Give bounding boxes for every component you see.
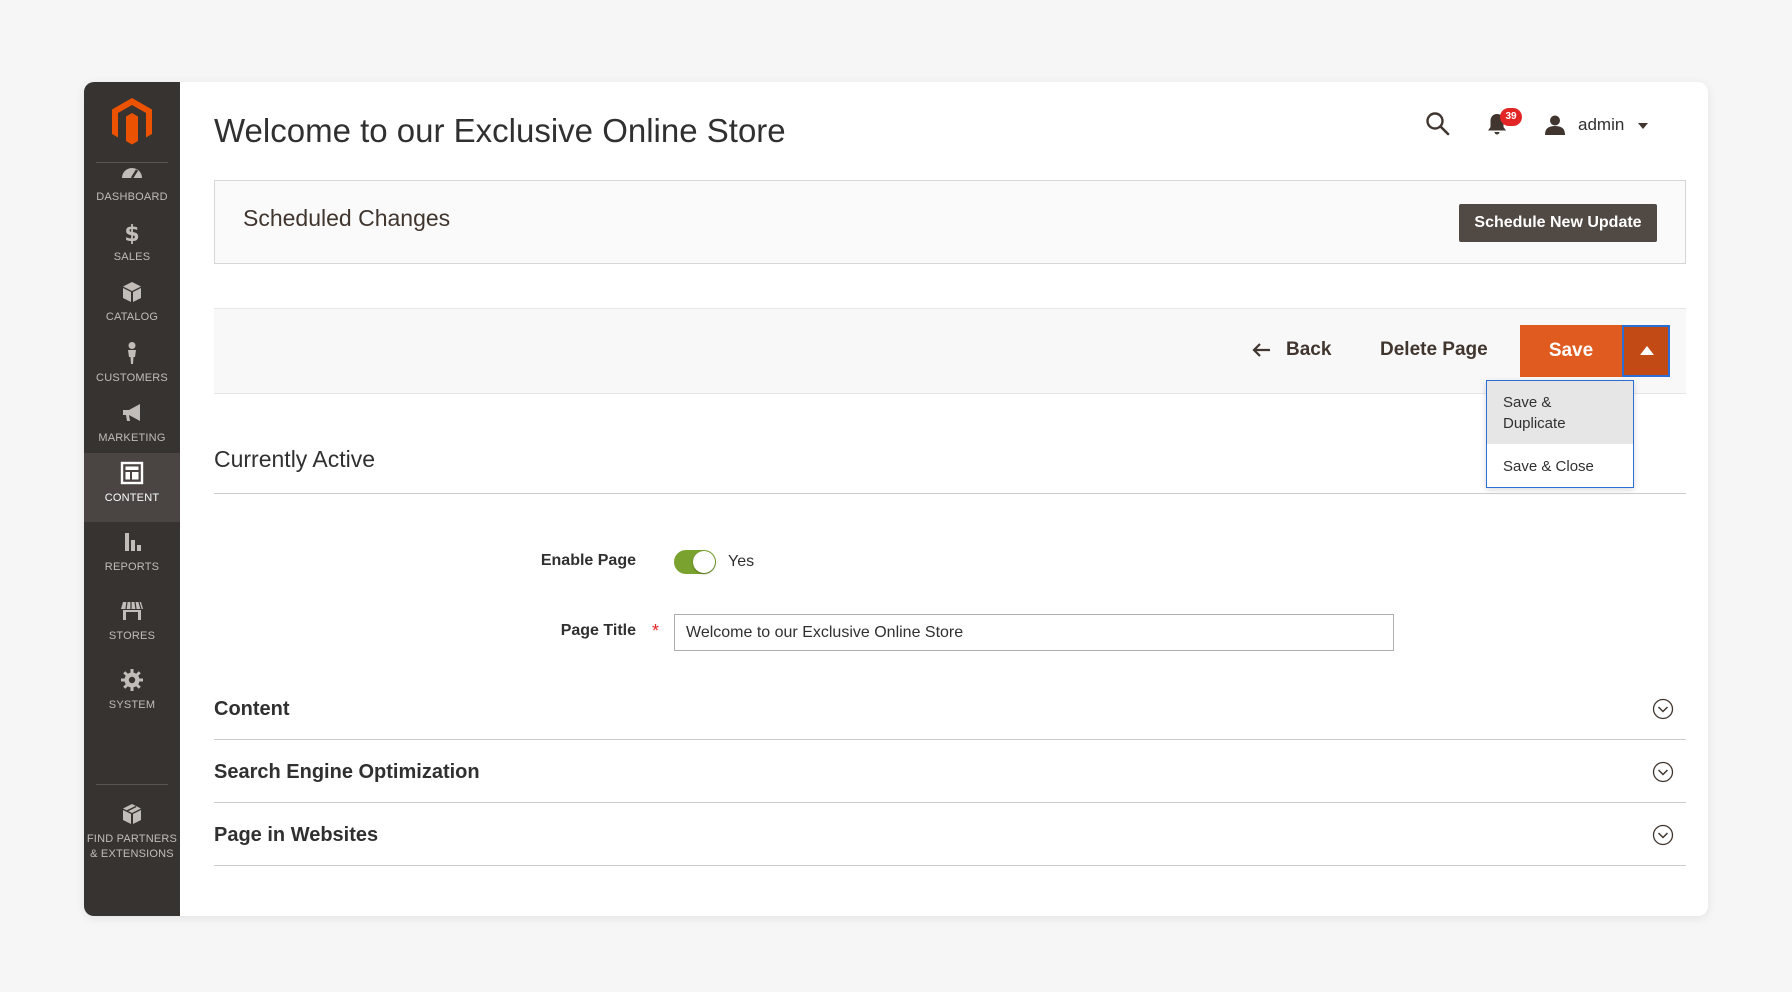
sidebar-item-label-line2: & EXTENSIONS	[90, 848, 174, 860]
admin-window: DASHBOARD $ SALES CATALOG CUSTOMERS MARK…	[84, 82, 1708, 916]
svg-text:$: $	[124, 222, 139, 244]
sidebar-item-label: CUSTOMERS	[96, 372, 168, 384]
back-label: Back	[1286, 339, 1332, 360]
storefront-icon	[121, 601, 143, 620]
sidebar-item-sales[interactable]: $ SALES	[84, 212, 180, 281]
sidebar-item-label-line1: FIND PARTNERS	[86, 833, 178, 845]
sidebar-item-label: REPORTS	[104, 561, 160, 573]
page-title: Welcome to our Exclusive Online Store	[214, 112, 786, 149]
dollar-icon: $	[124, 222, 139, 244]
sidebar-item-label: SYSTEM	[108, 699, 156, 711]
box-icon	[123, 282, 141, 302]
main-content: Welcome to our Exclusive Online Store 39…	[180, 82, 1708, 916]
megaphone-icon	[123, 404, 140, 421]
notification-count-badge: 39	[1500, 108, 1522, 126]
layout-icon	[120, 461, 144, 485]
caret-down-icon	[1638, 123, 1648, 129]
magento-logo[interactable]	[110, 96, 154, 146]
search-icon[interactable]	[1424, 110, 1452, 138]
back-button[interactable]: Back	[1252, 339, 1331, 365]
sidebar-item-system[interactable]: SYSTEM	[84, 660, 180, 729]
admin-sidebar: DASHBOARD $ SALES CATALOG CUSTOMERS MARK…	[84, 82, 180, 916]
toggle-knob	[693, 551, 715, 573]
collapsible-seo[interactable]: Search Engine Optimization	[214, 741, 1686, 803]
sidebar-item-find-partners[interactable]: FIND PARTNERS & EXTENSIONS	[84, 794, 180, 874]
user-menu[interactable]: admin	[1544, 110, 1674, 140]
user-name: admin	[1578, 115, 1625, 134]
sidebar-item-customers[interactable]: CUSTOMERS	[84, 333, 180, 402]
sidebar-item-label: CATALOG	[105, 311, 159, 323]
sidebar-item-dashboard[interactable]: DASHBOARD	[84, 152, 180, 221]
sidebar-item-label: STORES	[108, 630, 156, 642]
arrow-left-icon	[1252, 343, 1270, 357]
save-button[interactable]: Save	[1520, 325, 1622, 377]
extensions-icon	[123, 804, 141, 824]
dashboard-icon	[122, 168, 142, 179]
collapsible-title: Search Engine Optimization	[214, 761, 480, 783]
schedule-new-update-button[interactable]: Schedule New Update	[1459, 204, 1657, 242]
menu-item-save-close[interactable]: Save & Close	[1487, 444, 1633, 488]
sidebar-item-label: CONTENT	[104, 492, 160, 504]
save-options-toggle[interactable]	[1622, 325, 1670, 377]
enable-page-value: Yes	[728, 553, 755, 570]
sidebar-item-catalog[interactable]: CATALOG	[84, 272, 180, 341]
bar-chart-icon	[125, 533, 141, 551]
enable-page-toggle[interactable]	[674, 550, 716, 574]
delete-page-button[interactable]: Delete Page	[1380, 339, 1488, 361]
collapsible-title: Content	[214, 698, 290, 720]
caret-up-icon	[1640, 346, 1654, 355]
section-divider	[214, 493, 1686, 494]
scheduled-changes-panel: Scheduled Changes Schedule New Update	[214, 180, 1686, 264]
sidebar-item-stores[interactable]: STORES	[84, 591, 180, 660]
chevron-down-circle-icon	[1652, 761, 1674, 783]
page-title-label: Page Title	[560, 622, 636, 639]
section-title-currently-active: Currently Active	[214, 446, 376, 472]
sidebar-divider	[96, 784, 168, 785]
collapsible-title: Page in Websites	[214, 824, 379, 846]
save-options-menu: Save & Duplicate Save & Close	[1486, 380, 1634, 488]
sidebar-item-label: MARKETING	[98, 432, 166, 444]
notifications-button[interactable]: 39	[1486, 108, 1526, 142]
sidebar-item-reports[interactable]: REPORTS	[84, 522, 180, 591]
sidebar-item-marketing[interactable]: MARKETING	[84, 393, 180, 462]
page-actions-bar: Back Delete Page Save	[214, 308, 1686, 394]
collapsible-content[interactable]: Content	[214, 678, 1686, 740]
person-icon	[128, 342, 136, 364]
collapsible-page-in-websites[interactable]: Page in Websites	[214, 804, 1686, 866]
required-asterisk: *	[652, 621, 660, 641]
gear-icon	[121, 669, 143, 691]
sidebar-item-label: SALES	[113, 251, 151, 263]
menu-item-save-duplicate[interactable]: Save & Duplicate	[1487, 381, 1633, 444]
page-title-input[interactable]	[674, 614, 1394, 651]
chevron-down-circle-icon	[1652, 824, 1674, 846]
chevron-down-circle-icon	[1652, 698, 1674, 720]
sidebar-item-label: FIND PARTNERS & EXTENSIONS	[84, 832, 180, 862]
sidebar-item-content[interactable]: CONTENT	[84, 453, 180, 522]
sidebar-item-label: DASHBOARD	[96, 191, 168, 203]
scheduled-changes-title: Scheduled Changes	[243, 205, 451, 231]
save-split-button: Save	[1520, 325, 1670, 377]
user-icon	[1545, 115, 1565, 135]
enable-page-label: Enable Page	[540, 552, 636, 569]
